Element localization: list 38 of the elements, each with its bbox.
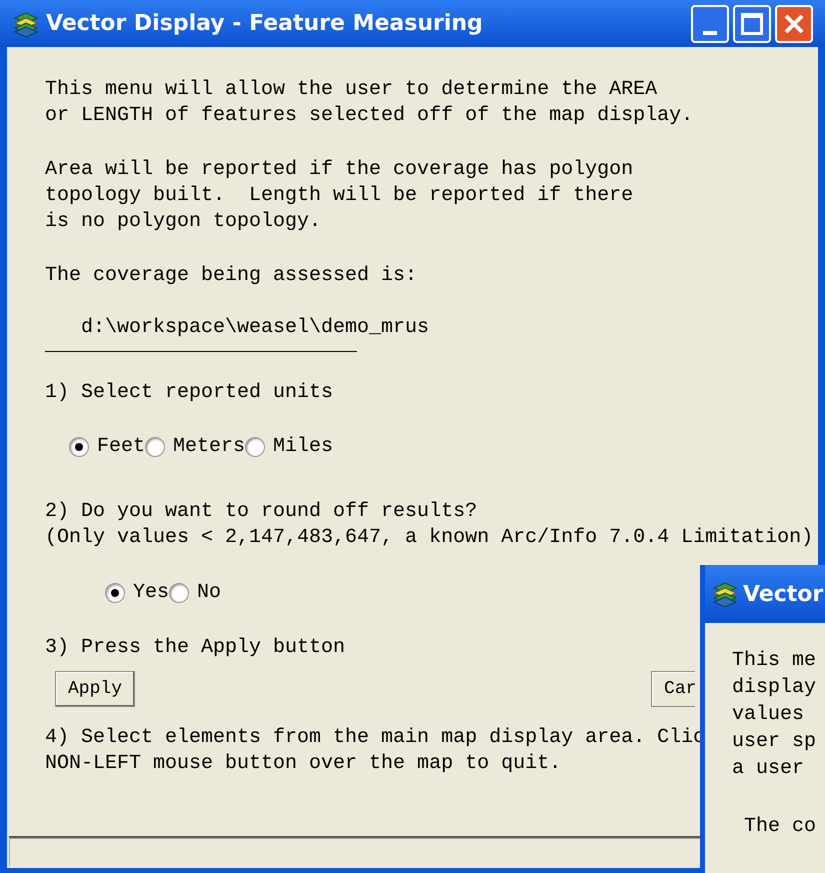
radio-label: Miles — [273, 434, 334, 460]
description-text: topology built. Length will be reported if there — [45, 184, 634, 207]
minimize-button[interactable] — [691, 4, 729, 42]
description-text: a user — [732, 756, 806, 782]
layers-icon — [12, 10, 40, 38]
radio-label: Feet — [97, 434, 146, 460]
radio-button[interactable] — [245, 437, 266, 457]
step-label: 3) Press the Apply button — [45, 636, 346, 659]
layers-icon — [711, 580, 739, 608]
radio-button[interactable] — [105, 583, 125, 603]
coverage-path: d:\workspace\weasel\demo_mrus — [81, 316, 430, 339]
step-label: (Only values < 2,147,483,647, a known Arc/Info 7.0.4 Limitation) — [45, 526, 814, 549]
description-text: values — [732, 702, 806, 728]
description-text: The co — [743, 814, 818, 840]
description-text: display — [732, 675, 818, 701]
description-text: This me — [732, 648, 818, 674]
radio-button[interactable] — [169, 583, 190, 603]
description-text: user sp — [732, 729, 818, 755]
close-button[interactable] — [775, 4, 813, 42]
action-button[interactable]: Car — [651, 671, 696, 707]
window-title: Vector — [743, 580, 824, 608]
description-text: Area will be reported if the coverage has polygon — [45, 158, 634, 181]
description-text: or LENGTH of features selected off of the map display. — [45, 104, 694, 127]
radio-label: Meters — [173, 434, 246, 460]
window-title: Vector Display - Feature Measuring — [46, 10, 483, 38]
description-text: This menu will allow the user to determine the AREA — [45, 78, 658, 101]
maximize-button[interactable] — [733, 4, 771, 42]
action-button[interactable]: Apply — [55, 671, 136, 707]
radio-button[interactable] — [145, 437, 166, 457]
radio-label: Yes — [133, 580, 170, 606]
description-text: The coverage being assessed is: — [45, 264, 418, 287]
step-label: NON-LEFT mouse button over the map to quit. — [45, 752, 562, 775]
description-text: is no polygon topology. — [45, 210, 322, 233]
step-label: 2) Do you want to round off results? — [45, 500, 478, 523]
radio-label: No — [197, 580, 222, 606]
radio-button[interactable] — [69, 437, 89, 457]
step-label: 1) Select reported units — [45, 381, 334, 404]
close-icon — [782, 12, 806, 36]
